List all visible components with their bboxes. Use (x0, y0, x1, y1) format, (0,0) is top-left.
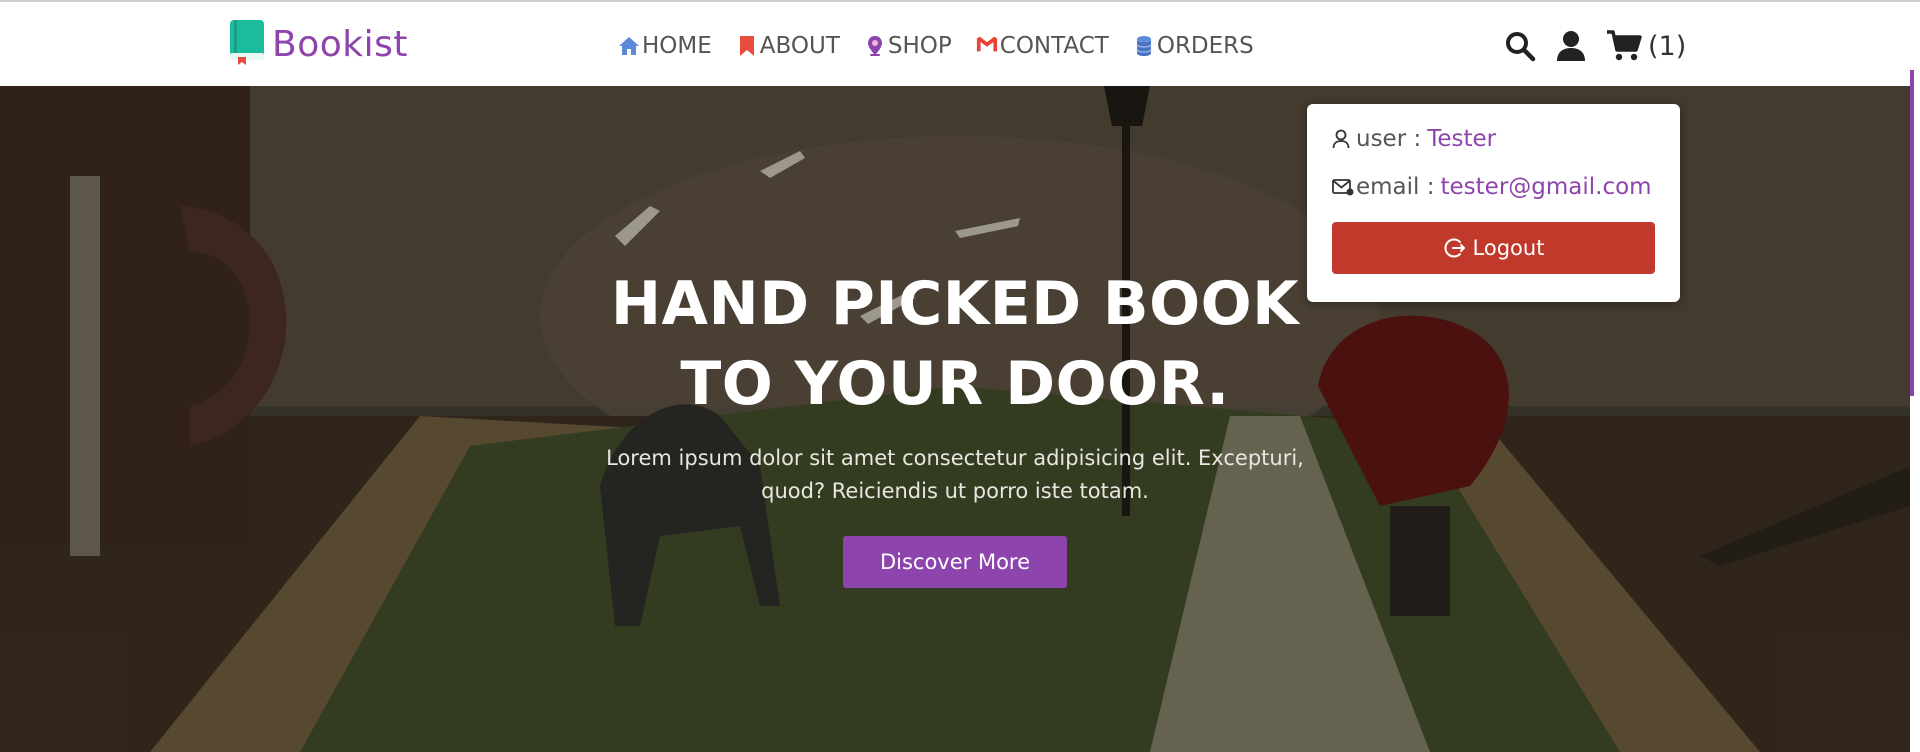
location-pin-icon (864, 35, 886, 57)
home-icon (618, 35, 640, 57)
nav-about-label: ABOUT (759, 33, 840, 59)
nav-home[interactable]: HOME (618, 33, 712, 59)
hero-text-line2: quod? Reiciendis ut porro iste totam. (761, 479, 1149, 503)
nav-home-label: HOME (642, 33, 712, 59)
user-dropdown: user : Tester email : tester@gmail.com L… (1307, 104, 1680, 302)
book-icon (228, 19, 266, 70)
nav-contact-label: CONTACT (999, 33, 1109, 59)
cart-count: (1) (1648, 30, 1687, 62)
nav-about[interactable]: ABOUT (736, 33, 840, 59)
header-actions: (1) (1504, 26, 1686, 66)
email-row: email : tester@gmail.com (1332, 174, 1655, 200)
user-value: Tester (1427, 126, 1497, 152)
nav-shop-label: SHOP (887, 33, 952, 59)
nav-orders[interactable]: ORDERS (1133, 33, 1254, 59)
database-icon (1133, 35, 1155, 57)
nav-contact[interactable]: CONTACT (976, 33, 1109, 59)
logout-icon (1443, 236, 1467, 260)
brand-logo[interactable]: Bookist (228, 19, 408, 70)
user-label: user : (1356, 126, 1422, 152)
nav-shop[interactable]: SHOP (864, 33, 952, 59)
logout-label: Logout (1472, 236, 1545, 260)
logout-button[interactable]: Logout (1332, 222, 1655, 274)
brand-name: Bookist (272, 23, 408, 65)
discover-more-button[interactable]: Discover More (843, 536, 1067, 588)
hero-content: HAND PICKED BOOK TO YOUR DOOR. Lorem ips… (560, 264, 1350, 588)
mail-icon (1332, 178, 1354, 196)
cart-icon (1606, 30, 1642, 62)
email-value: tester@gmail.com (1440, 174, 1652, 200)
main-nav: HOME ABOUT SHOP CONTACT ORDERS (618, 26, 1254, 66)
cart-button[interactable]: (1) (1606, 30, 1686, 62)
nav-orders-label: ORDERS (1156, 33, 1254, 59)
hero-title-line1: HAND PICKED BOOK (610, 269, 1300, 339)
search-icon[interactable] (1504, 30, 1536, 62)
hero-title: HAND PICKED BOOK TO YOUR DOOR. (560, 264, 1350, 424)
hero-description: Lorem ipsum dolor sit amet consectetur a… (560, 442, 1350, 508)
bookmark-icon (736, 35, 758, 57)
gmail-icon (976, 35, 998, 57)
hero-text-line1: Lorem ipsum dolor sit amet consectetur a… (606, 446, 1304, 470)
user-outline-icon (1332, 129, 1354, 149)
email-label: email : (1356, 174, 1435, 200)
site-header: Bookist HOME ABOUT SHOP CONTACT ORDERS (… (0, 2, 1920, 86)
hero-title-line2: TO YOUR DOOR. (680, 349, 1230, 419)
user-icon[interactable] (1556, 30, 1586, 62)
scrollbar-thumb[interactable] (1910, 70, 1914, 396)
user-row: user : Tester (1332, 126, 1655, 152)
